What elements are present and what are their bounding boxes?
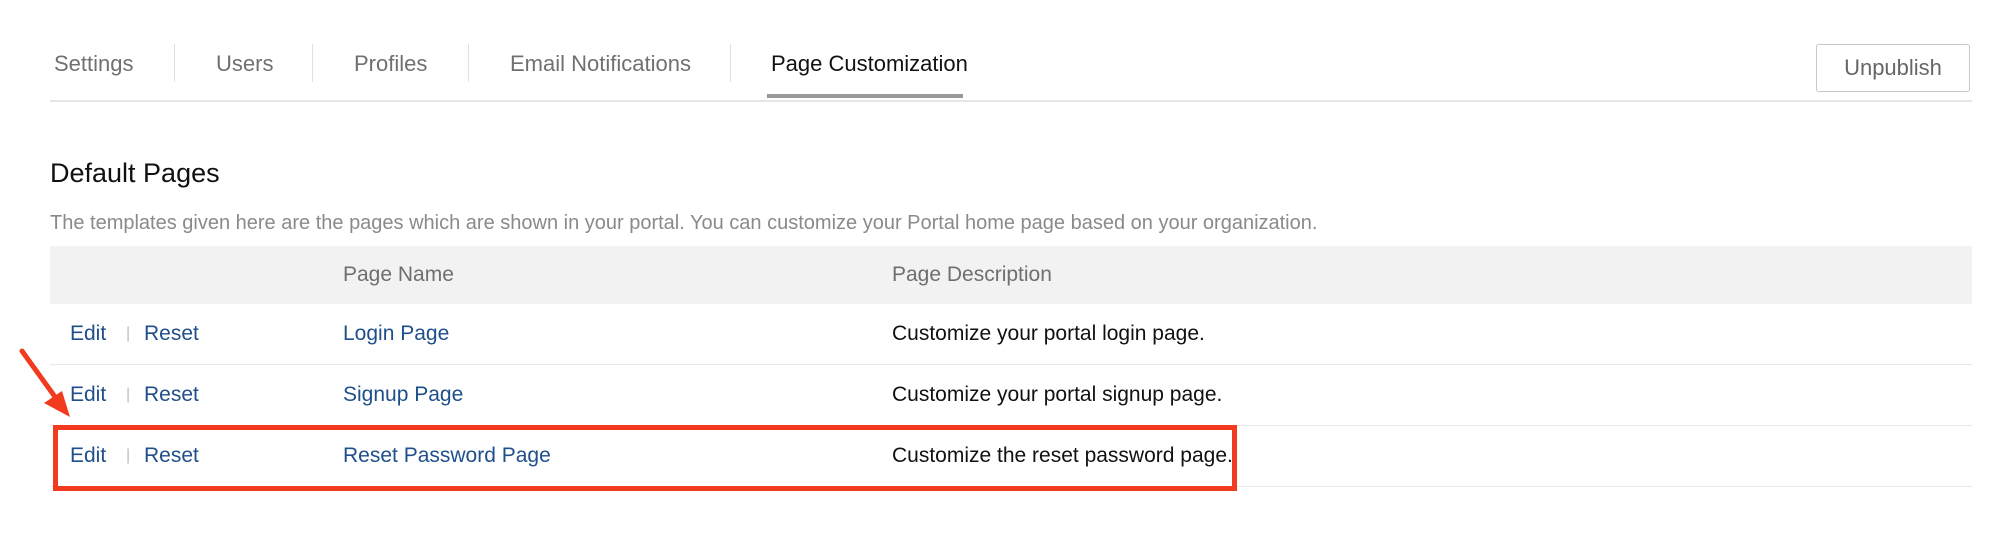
section-title: Default Pages (50, 158, 220, 188)
action-separator: | (126, 325, 131, 342)
reset-link[interactable]: Reset (144, 365, 199, 425)
tab-email-notifications[interactable]: Email Notifications (510, 44, 691, 84)
edit-link[interactable]: Edit (70, 426, 106, 486)
page-description: Customize your portal signup page. (892, 383, 1223, 406)
tab-divider (730, 44, 731, 82)
header-page-name: Page Name (343, 263, 454, 286)
page-name-link[interactable]: Signup Page (343, 365, 463, 425)
table-header: Page Name Page Description (50, 246, 1972, 304)
unpublish-button[interactable]: Unpublish (1816, 44, 1970, 92)
page-description: Customize your portal login page. (892, 322, 1205, 345)
table-row: Edit | Reset Reset Password Page Customi… (50, 426, 1972, 487)
arrow-icon (19, 348, 70, 417)
header-page-description: Page Description (892, 263, 1052, 286)
tab-profiles[interactable]: Profiles (354, 44, 427, 84)
action-separator: | (126, 447, 131, 464)
tab-settings[interactable]: Settings (54, 44, 134, 84)
reset-link[interactable]: Reset (144, 304, 199, 364)
page-name-link[interactable]: Reset Password Page (343, 426, 551, 486)
tab-users[interactable]: Users (216, 44, 273, 84)
tab-divider (312, 44, 313, 82)
tab-divider (468, 44, 469, 82)
tab-divider (174, 44, 175, 82)
table-row: Edit | Reset Signup Page Customize your … (50, 365, 1972, 426)
page-name-link[interactable]: Login Page (343, 304, 449, 364)
default-pages-table: Page Name Page Description Edit | Reset … (50, 246, 1972, 487)
reset-link[interactable]: Reset (144, 426, 199, 486)
tab-page-customization[interactable]: Page Customization (771, 44, 968, 84)
section-description: The templates given here are the pages w… (50, 212, 1318, 234)
tab-bar: Settings Users Profiles Email Notificati… (50, 0, 1972, 102)
table-row: Edit | Reset Login Page Customize your p… (50, 304, 1972, 365)
active-tab-indicator (767, 94, 963, 98)
page-description: Customize the reset password page. (892, 444, 1233, 467)
action-separator: | (126, 386, 131, 403)
